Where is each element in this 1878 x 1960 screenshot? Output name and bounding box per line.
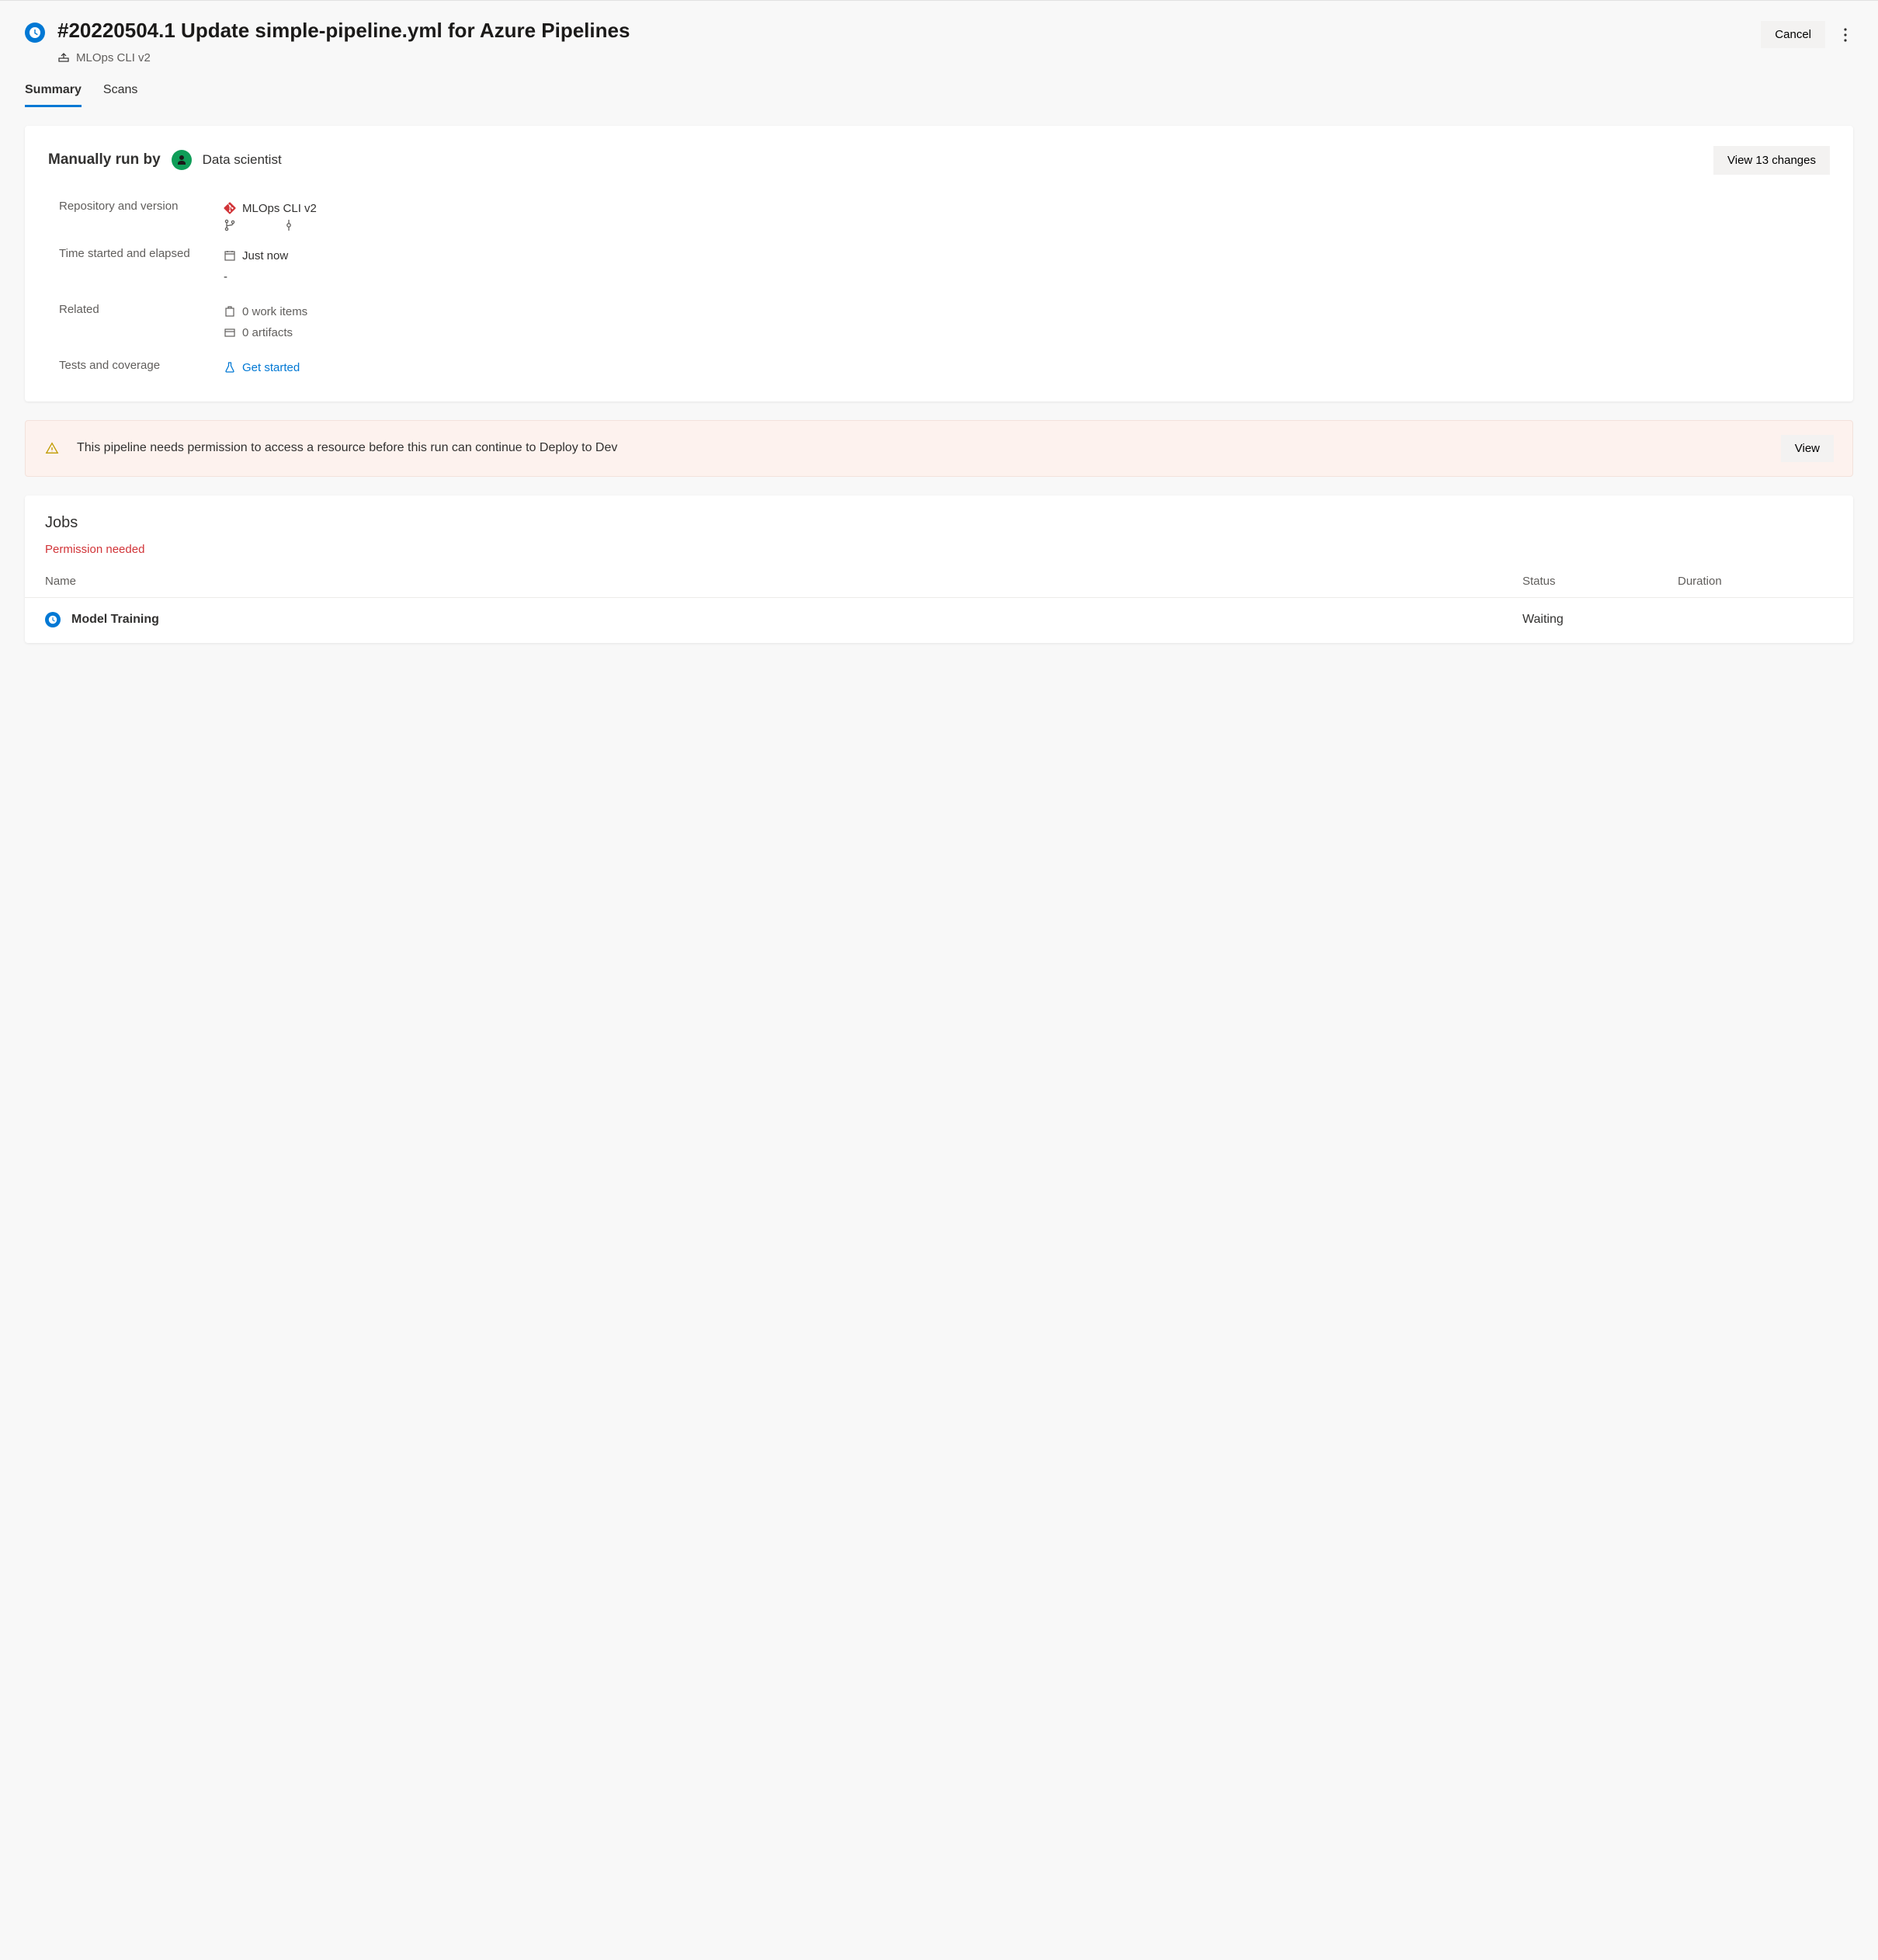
col-name: Name <box>45 575 1522 588</box>
git-icon <box>224 202 236 214</box>
tests-label: Tests and coverage <box>59 357 214 378</box>
work-items[interactable]: 0 work items <box>242 301 307 322</box>
job-row[interactable]: Model Training Waiting <box>25 598 1853 643</box>
run-by-user[interactable]: Data scientist <box>203 152 282 168</box>
warning-icon <box>44 440 60 456</box>
page-header: #20220504.1 Update simple-pipeline.yml f… <box>0 1 1878 66</box>
permission-needed-text: Permission needed <box>45 543 1833 556</box>
job-status-icon <box>45 612 61 627</box>
run-title: #20220504.1 Update simple-pipeline.yml f… <box>57 18 1761 44</box>
job-name: Model Training <box>71 613 159 627</box>
col-status: Status <box>1522 575 1678 588</box>
pipeline-icon <box>57 50 70 66</box>
jobs-card: Jobs Permission needed Name Status Durat… <box>25 495 1853 643</box>
tab-scans[interactable]: Scans <box>103 83 137 107</box>
time-label: Time started and elapsed <box>59 245 214 287</box>
avatar <box>172 150 192 170</box>
run-by-label: Manually run by <box>48 151 161 169</box>
more-actions-button[interactable] <box>1838 23 1853 47</box>
tests-get-started-link[interactable]: Get started <box>242 357 300 378</box>
cancel-button[interactable]: Cancel <box>1761 21 1825 48</box>
artifacts[interactable]: 0 artifacts <box>242 322 293 343</box>
permission-warning-banner: This pipeline needs permission to access… <box>25 420 1853 477</box>
summary-card: Manually run by Data scientist View 13 c… <box>25 126 1853 401</box>
workitem-icon <box>224 305 236 318</box>
branch-icon <box>224 219 236 231</box>
view-permission-button[interactable]: View <box>1781 435 1834 462</box>
related-label: Related <box>59 301 214 343</box>
pipeline-name[interactable]: MLOps CLI v2 <box>76 51 151 64</box>
warning-text: This pipeline needs permission to access… <box>77 439 1764 457</box>
view-changes-button[interactable]: View 13 changes <box>1713 146 1830 175</box>
run-status-icon <box>25 23 45 43</box>
calendar-icon <box>224 249 236 262</box>
tab-summary[interactable]: Summary <box>25 83 82 107</box>
col-duration: Duration <box>1678 575 1833 588</box>
artifact-icon <box>224 326 236 339</box>
jobs-title: Jobs <box>45 514 1833 532</box>
flask-icon <box>224 361 236 374</box>
tabs: Summary Scans <box>0 66 1878 107</box>
time-started: Just now <box>242 245 288 266</box>
time-elapsed: - <box>224 266 227 287</box>
job-status: Waiting <box>1522 613 1678 627</box>
repo-value[interactable]: MLOps CLI v2 <box>242 198 317 219</box>
repo-label: Repository and version <box>59 198 214 231</box>
commit-icon <box>283 219 295 231</box>
